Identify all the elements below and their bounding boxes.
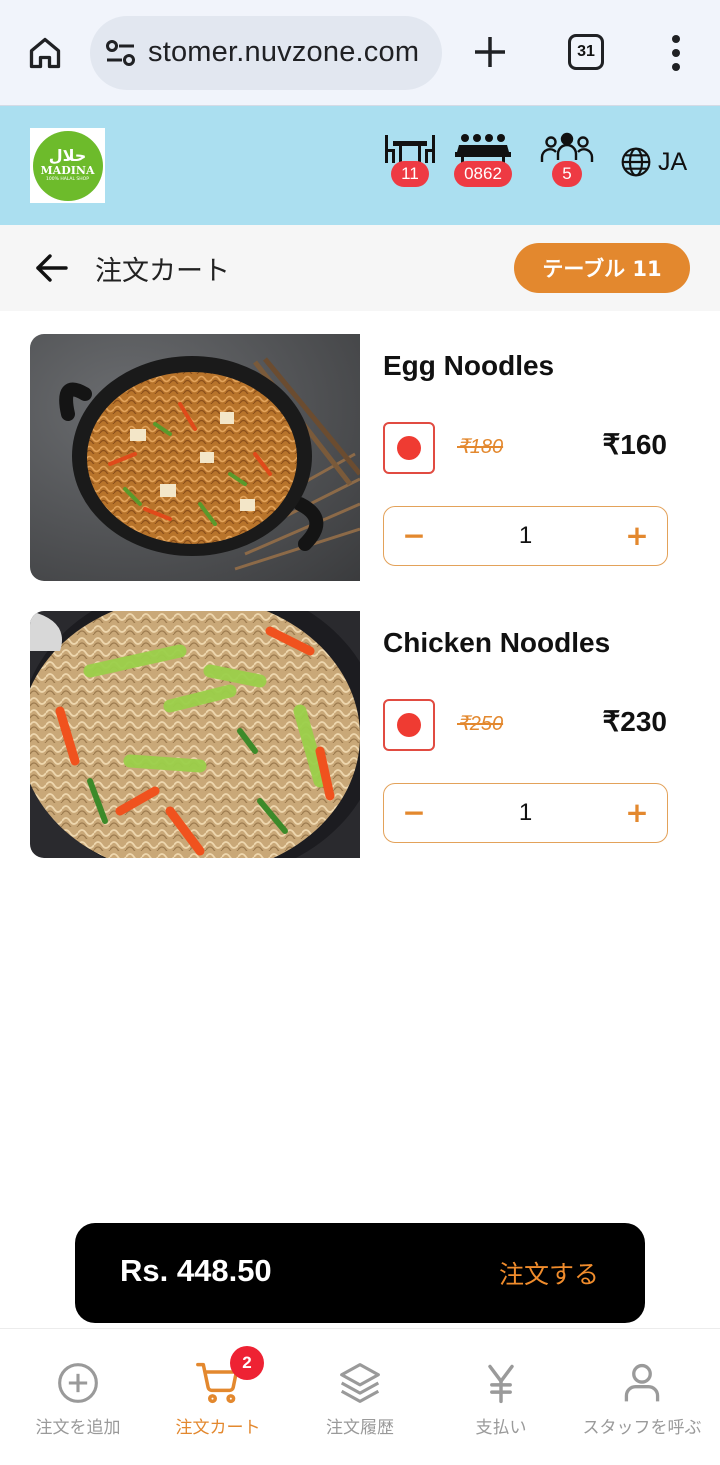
order-indicator: 0862 — [453, 132, 513, 187]
nav-order-history[interactable]: 注文履歴 — [300, 1329, 420, 1465]
layers-icon — [340, 1363, 380, 1403]
decrease-quantity-button[interactable]: − — [384, 784, 444, 841]
more-menu-icon[interactable] — [660, 32, 692, 74]
guests-badge: 5 — [552, 161, 582, 187]
tab-switcher-button[interactable]: 31 — [568, 34, 604, 70]
egg-noodles-image — [30, 334, 360, 581]
nav-label: 支払い — [475, 1418, 527, 1438]
item-price: ₹230 — [602, 706, 667, 737]
increase-quantity-button[interactable]: + — [607, 507, 667, 564]
language-selector[interactable]: JA — [620, 146, 687, 178]
item-name: Egg Noodles — [383, 350, 555, 381]
address-bar[interactable]: stomer.nuvzone.com — [90, 16, 442, 90]
nav-payment[interactable]: 支払い — [441, 1329, 561, 1465]
nav-label: 注文を追加 — [35, 1418, 121, 1438]
cart-item: Egg Noodles ₹180 ₹160 − 1 + — [30, 334, 670, 582]
back-arrow-icon[interactable] — [34, 250, 70, 286]
nav-cart[interactable]: 注文カート — [158, 1329, 278, 1465]
nav-label: 注文履歴 — [326, 1418, 394, 1438]
nav-add-order[interactable]: 注文を追加 — [18, 1329, 138, 1465]
plus-circle-icon — [58, 1363, 98, 1403]
browser-toolbar: stomer.nuvzone.com 31 — [0, 0, 720, 106]
table-indicator: 11 — [383, 132, 437, 187]
checkout-bar: Rs. 448.50 注文する — [75, 1223, 645, 1323]
decrease-quantity-button[interactable]: − — [384, 507, 444, 564]
cart-item: Chicken Noodles ₹250 ₹230 − 1 + — [30, 611, 670, 859]
order-total: Rs. 448.50 — [120, 1253, 272, 1288]
original-price: ₹250 — [457, 713, 504, 735]
globe-icon — [621, 147, 651, 177]
page-title-bar: 注文カート テーブル 11 — [0, 225, 720, 311]
nav-label: スタッフを呼ぶ — [582, 1418, 702, 1438]
table-number-button[interactable]: テーブル 11 — [514, 243, 690, 293]
language-code: JA — [658, 147, 688, 176]
app-header: حلال MADINA 100% HALAL SHOP 11 0862 5 JA — [0, 106, 720, 225]
quantity-stepper: − 1 + — [383, 783, 668, 843]
site-settings-icon[interactable] — [104, 38, 138, 68]
original-price: ₹180 — [457, 436, 504, 458]
place-order-button[interactable]: 注文する — [499, 1255, 599, 1291]
madina-logo: حلال MADINA 100% HALAL SHOP — [30, 128, 105, 203]
quantity-value: 1 — [518, 799, 533, 826]
table-badge: 11 — [391, 161, 429, 187]
veg-indicator-icon — [383, 699, 435, 751]
nav-call-staff[interactable]: スタッフを呼ぶ — [572, 1329, 712, 1465]
quantity-stepper: − 1 + — [383, 506, 668, 566]
item-name: Chicken Noodles — [383, 627, 611, 658]
new-tab-icon[interactable] — [466, 28, 514, 76]
cart-count-badge: 2 — [230, 1346, 264, 1380]
url-text: stomer.nuvzone.com — [148, 36, 420, 68]
increase-quantity-button[interactable]: + — [607, 784, 667, 841]
home-icon[interactable] — [22, 30, 68, 76]
page-title: 注文カート — [95, 256, 230, 287]
guests-indicator: 5 — [540, 132, 594, 187]
quantity-value: 1 — [518, 522, 533, 549]
item-price: ₹160 — [602, 429, 667, 460]
order-number-badge: 0862 — [454, 161, 512, 187]
veg-indicator-icon — [383, 422, 435, 474]
yen-icon — [488, 1364, 514, 1404]
tab-count: 31 — [577, 43, 595, 60]
person-icon — [624, 1363, 660, 1402]
nav-label: 注文カート — [175, 1418, 261, 1438]
chicken-noodles-image — [30, 611, 360, 858]
bottom-navigation: 注文を追加 注文カート 注文履歴 支払い スタッフを呼ぶ — [0, 1328, 720, 1465]
